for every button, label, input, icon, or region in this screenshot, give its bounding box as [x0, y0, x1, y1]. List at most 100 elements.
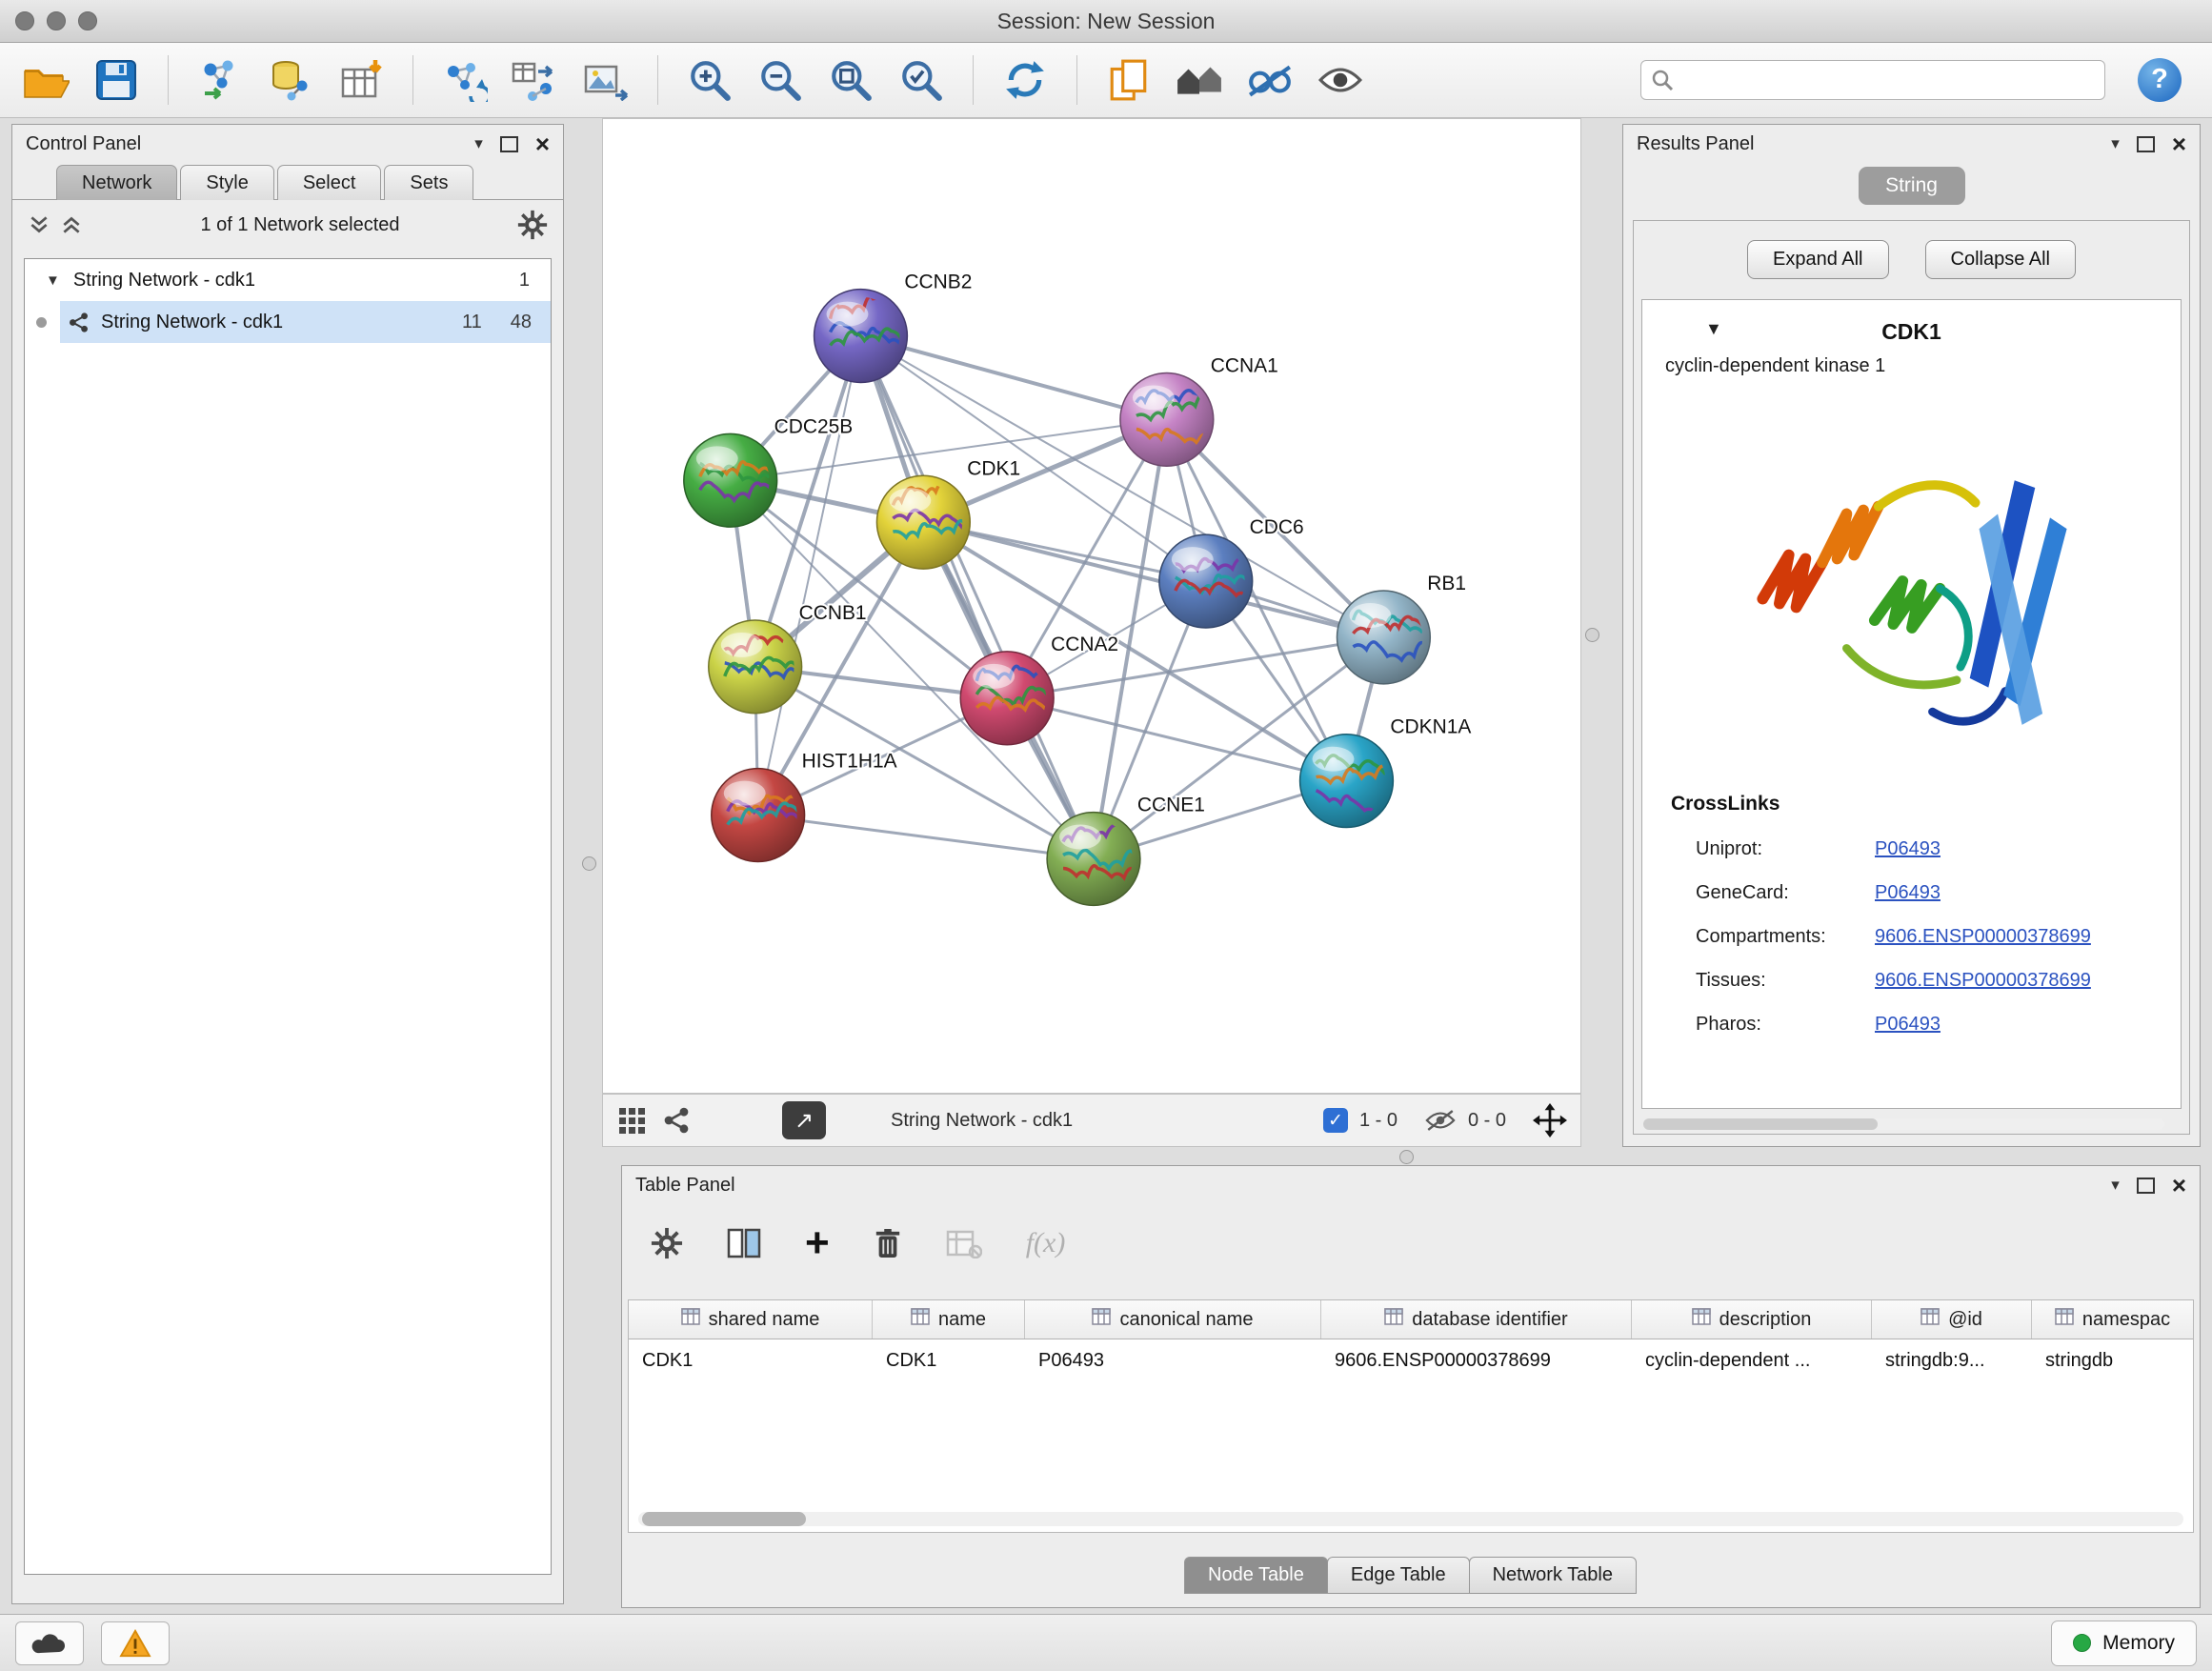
collapse-all-button[interactable]: Collapse All [1925, 240, 2077, 279]
warnings-button[interactable] [101, 1621, 170, 1665]
network-edge[interactable] [758, 815, 1094, 859]
detach-view-button[interactable]: ↗ [782, 1101, 826, 1139]
hide-selected-button[interactable] [1241, 51, 1298, 109]
network-from-selection-button[interactable] [436, 51, 493, 109]
network-edge[interactable] [923, 522, 1383, 637]
table-cell[interactable]: stringdb:9... [1872, 1350, 2032, 1372]
network-view-icon[interactable] [662, 1106, 691, 1135]
panel-float-icon[interactable] [2137, 136, 2155, 152]
network-edge[interactable] [860, 336, 1094, 859]
panel-close-icon[interactable]: × [2172, 1173, 2186, 1198]
horizontal-splitter-handle[interactable] [1399, 1150, 1414, 1164]
column-header-description[interactable]: description [1632, 1300, 1872, 1339]
collapse-all-icon[interactable] [28, 213, 50, 236]
pan-crosshair-icon[interactable] [1533, 1103, 1567, 1137]
zoom-in-button[interactable] [681, 51, 738, 109]
network-view-canvas[interactable]: CCNB2CCNA1CDC25BCDK1CDC6RB1CCNB1CCNA2CDK… [602, 118, 1581, 1094]
table-cell[interactable]: stringdb [2032, 1350, 2194, 1372]
section-collapse-icon[interactable]: ▼ [1705, 319, 1722, 339]
memory-button[interactable]: Memory [2051, 1621, 2197, 1666]
home-layout-button[interactable] [1171, 51, 1228, 109]
network-row-selected[interactable]: String Network - cdk1 11 48 [60, 301, 551, 343]
import-table-button[interactable] [332, 51, 390, 109]
crosslink-link[interactable]: 9606.ENSP00000378699 [1875, 926, 2091, 948]
tab-edge-table[interactable]: Edge Table [1327, 1557, 1470, 1594]
network-node-CDKN1A[interactable]: CDKN1A [1300, 716, 1472, 828]
gear-icon[interactable] [517, 210, 548, 240]
refresh-layout-button[interactable] [996, 51, 1054, 109]
table-cell[interactable]: CDK1 [873, 1350, 1025, 1372]
table-row[interactable]: CDK1CDK1P064939606.ENSP00000378699cyclin… [629, 1339, 2193, 1381]
tab-network-table[interactable]: Network Table [1469, 1557, 1637, 1594]
panel-float-icon[interactable] [2137, 1178, 2155, 1194]
table-cell[interactable]: CDK1 [629, 1350, 873, 1372]
crosslink-link[interactable]: 9606.ENSP00000378699 [1875, 970, 2091, 992]
column-header-database-identifier[interactable]: database identifier [1321, 1300, 1632, 1339]
search-input[interactable] [1681, 68, 2095, 91]
panel-close-icon[interactable]: × [535, 131, 550, 156]
right-splitter-handle[interactable] [1585, 628, 1599, 642]
table-cell[interactable]: cyclin-dependent ... [1632, 1350, 1872, 1372]
tab-sets[interactable]: Sets [384, 165, 473, 200]
tree-expand-icon[interactable]: ▼ [46, 272, 60, 289]
column-header-canonical-name[interactable]: canonical name [1025, 1300, 1321, 1339]
zoom-out-button[interactable] [752, 51, 809, 109]
scrollbar-thumb[interactable] [642, 1512, 806, 1526]
results-horizontal-scrollbar[interactable] [1643, 1118, 2164, 1130]
column-header--id[interactable]: @id [1872, 1300, 2032, 1339]
selected-checkbox-icon[interactable]: ✓ [1323, 1108, 1348, 1133]
search-box[interactable] [1640, 60, 2105, 100]
panel-float-icon[interactable] [500, 136, 518, 152]
tab-node-table[interactable]: Node Table [1184, 1557, 1328, 1594]
table-horizontal-scrollbar[interactable] [638, 1512, 2183, 1526]
panel-menu-icon[interactable]: ▾ [2111, 134, 2120, 153]
open-file-button[interactable] [17, 51, 74, 109]
network-node-HIST1H1A[interactable]: HIST1H1A [712, 751, 897, 862]
import-network-database-button[interactable] [262, 51, 319, 109]
crosslink-link[interactable]: P06493 [1875, 1014, 1941, 1036]
save-session-button[interactable] [88, 51, 145, 109]
network-node-RB1[interactable]: RB1 [1337, 573, 1466, 684]
add-row-plus-icon[interactable]: + [805, 1226, 830, 1259]
tab-style[interactable]: Style [180, 165, 273, 200]
column-header-shared-name[interactable]: shared name [629, 1300, 873, 1339]
left-splitter-handle[interactable] [582, 856, 596, 871]
column-header-namespac[interactable]: namespac [2032, 1300, 2194, 1339]
panel-menu-icon[interactable]: ▾ [2111, 1176, 2120, 1195]
network-edge[interactable] [758, 336, 861, 815]
tab-select[interactable]: Select [277, 165, 382, 200]
import-network-file-button[interactable] [191, 51, 249, 109]
table-cell[interactable]: P06493 [1025, 1350, 1321, 1372]
grid-view-icon[interactable] [616, 1105, 647, 1136]
cloud-status-button[interactable] [15, 1621, 84, 1665]
table-settings-gear-icon[interactable] [651, 1227, 683, 1259]
crosslink-link[interactable]: P06493 [1875, 882, 1941, 904]
copy-document-button[interactable] [1100, 51, 1157, 109]
network-edge[interactable] [860, 336, 1166, 420]
table-cell[interactable]: 9606.ENSP00000378699 [1321, 1350, 1632, 1372]
column-header-name[interactable]: name [873, 1300, 1025, 1339]
zoom-fit-button[interactable] [822, 51, 879, 109]
crosslink-link[interactable]: P06493 [1875, 838, 1941, 860]
zoom-selected-button[interactable] [893, 51, 950, 109]
network-to-table-button[interactable] [507, 51, 564, 109]
network-collection-row[interactable]: ▼ String Network - cdk1 1 [25, 259, 551, 301]
export-image-button[interactable] [577, 51, 634, 109]
network-node-CDK1[interactable]: CDK1 [876, 457, 1020, 569]
network-node-CCNB2[interactable]: CCNB2 [814, 272, 973, 383]
expand-all-button[interactable]: Expand All [1747, 240, 1889, 279]
show-columns-icon[interactable] [727, 1228, 761, 1258]
network-node-CCNB1[interactable]: CCNB1 [709, 602, 867, 714]
hidden-eye-slash-icon[interactable] [1424, 1108, 1457, 1133]
network-graph[interactable]: CCNB2CCNA1CDC25BCDK1CDC6RB1CCNB1CCNA2CDK… [603, 119, 1580, 1093]
delete-trash-icon[interactable] [874, 1227, 902, 1259]
expand-all-icon[interactable] [60, 213, 83, 236]
tab-network[interactable]: Network [56, 165, 177, 200]
scrollbar-thumb[interactable] [1643, 1118, 1878, 1130]
network-row[interactable]: String Network - cdk1 11 48 [25, 301, 551, 343]
panel-close-icon[interactable]: × [2172, 131, 2186, 156]
tab-string[interactable]: String [1859, 167, 1965, 205]
panel-menu-icon[interactable]: ▾ [474, 134, 483, 153]
help-button[interactable]: ? [2138, 58, 2182, 102]
show-all-button[interactable] [1312, 51, 1369, 109]
